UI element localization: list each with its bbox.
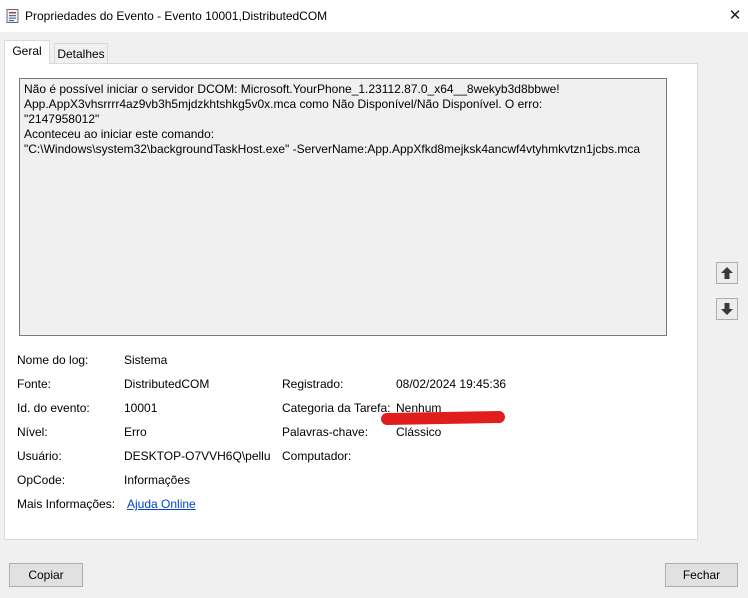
event-viewer-icon: [6, 9, 19, 23]
level-label: Nível:: [17, 425, 48, 439]
logged-label: Registrado:: [282, 377, 344, 391]
log-name-label: Nome do log:: [17, 353, 89, 367]
level-value: Erro: [124, 425, 147, 439]
log-name-value: Sistema: [124, 353, 168, 367]
event-id-label: Id. do evento:: [17, 401, 90, 415]
online-help-link[interactable]: Ajuda Online: [127, 497, 196, 511]
tab-panel-general: Não é possível iniciar o servidor DCOM: …: [4, 63, 698, 540]
tab-geral[interactable]: Geral: [4, 40, 50, 64]
dialog-body: Geral Detalhes Não é possível iniciar o …: [0, 32, 748, 598]
source-label: Fonte:: [17, 377, 52, 391]
window-title: Propriedades do Evento - Evento 10001,Di…: [25, 9, 328, 23]
user-label: Usuário:: [17, 449, 62, 463]
event-id-value: 10001: [124, 401, 158, 415]
opcode-value: Informações: [124, 473, 191, 487]
close-icon[interactable]: ✕: [725, 6, 745, 26]
source-value: DistributedCOM: [124, 377, 210, 391]
event-description-box[interactable]: Não é possível iniciar o servidor DCOM: …: [19, 78, 667, 336]
more-info-label: Mais Informações:: [17, 497, 116, 511]
description-line: App.AppX3vhsrrrr4az9vb3h5mjdzkhtshkg5v0x…: [24, 97, 543, 111]
description-line: "2147958012": [24, 112, 100, 126]
title-bar: Propriedades do Evento - Evento 10001,Di…: [0, 0, 748, 32]
arrow-down-icon: [721, 303, 733, 315]
computer-value-redaction: [380, 410, 506, 426]
description-line: "C:\Windows\system32\backgroundTaskHost.…: [24, 142, 641, 156]
keywords-value: Clássico: [396, 425, 442, 439]
next-event-button[interactable]: [716, 298, 738, 320]
close-button[interactable]: Fechar: [665, 563, 738, 587]
opcode-label: OpCode:: [17, 473, 66, 487]
logged-value: 08/02/2024 19:45:36: [396, 377, 507, 391]
user-value: DESKTOP-O7VVH6Q\pellu: [124, 449, 271, 463]
tab-detalhes[interactable]: Detalhes: [54, 43, 108, 64]
description-line: Não é possível iniciar o servidor DCOM: …: [24, 82, 560, 96]
arrow-up-icon: [721, 267, 733, 279]
keywords-label: Palavras-chave:: [282, 425, 369, 439]
description-line: Aconteceu ao iniciar este comando:: [24, 127, 215, 141]
computer-label: Computador:: [282, 449, 352, 463]
previous-event-button[interactable]: [716, 262, 738, 284]
task-category-label: Categoria da Tarefa:: [282, 401, 391, 415]
copy-button[interactable]: Copiar: [9, 563, 83, 587]
